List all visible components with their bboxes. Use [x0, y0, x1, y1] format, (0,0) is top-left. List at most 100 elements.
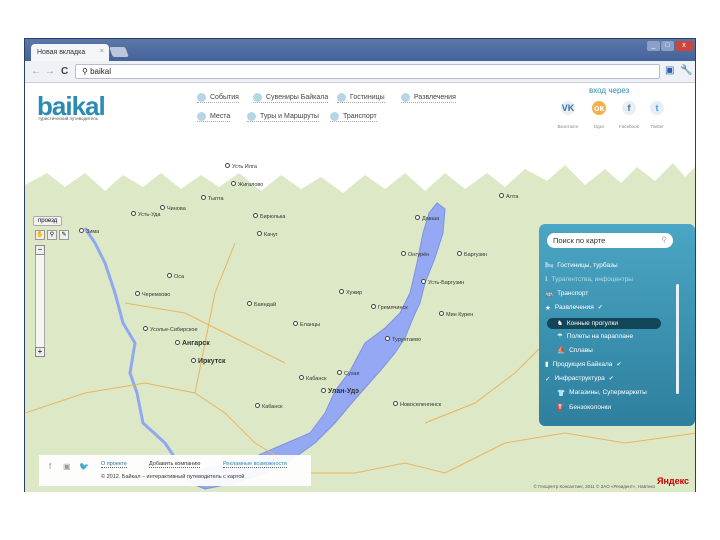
city-label[interactable]: Баргузин [457, 251, 487, 258]
city-label[interactable]: Усолье-Сибирское [143, 326, 198, 333]
panel-item-bus[interactable]: 🚌 Транспорт [545, 289, 588, 298]
wrench-icon[interactable]: 🔧 [680, 65, 692, 76]
panel-item-star[interactable]: ★ Развлечения ✔ [545, 304, 603, 312]
city-label[interactable]: Кабанск [299, 375, 327, 382]
minimize-button[interactable]: _ [647, 41, 660, 51]
checked-icon[interactable]: ✔ [616, 361, 621, 368]
city-label[interactable]: Зима [79, 228, 99, 235]
footer-link-add-company[interactable]: Добавить компанию [149, 461, 201, 468]
map[interactable]: Усть Илга Жигалово Тыпта Чинова Усть-Уда Зима… [25, 143, 695, 492]
checked-icon[interactable]: ✔ [598, 304, 603, 311]
bookmark-icon[interactable]: ▣ [665, 65, 674, 76]
twitter-icon[interactable]: 🐦 [79, 462, 89, 471]
city-label[interactable]: Ангарск [175, 340, 210, 347]
city-label[interactable]: Усть Илга [225, 163, 257, 170]
magnifier-tool-icon[interactable]: ⚲ [47, 230, 57, 240]
map-search-input[interactable]: Поиск по карте ⚲ [547, 233, 673, 248]
city-label[interactable]: Жигалово [231, 181, 263, 188]
menu-label: Туры и Маршруты [260, 113, 319, 120]
search-icon[interactable]: ⚲ [662, 235, 668, 244]
social-label: Одкл [593, 124, 605, 129]
footer-copyright: © 2012. Байкал – интерактивный путеводит… [101, 474, 245, 480]
facebook-login[interactable]: f Facebook [616, 101, 642, 133]
city-label[interactable]: Турунтаево [385, 336, 421, 343]
ruler-tool-icon[interactable]: ✎ [59, 230, 69, 240]
panel-item-check[interactable]: ✓ Инфраструктура ✔ [545, 375, 614, 383]
tab-close-icon[interactable]: × [100, 48, 104, 55]
map-filter-panel: Поиск по карте ⚲ 🛏 Гостиницы, турбазы ℹ Тура… [539, 224, 695, 426]
yandex-logo[interactable]: Яндекс [657, 476, 689, 486]
panel-item-fuel[interactable]: ⛽ Бензоколонки [557, 403, 611, 412]
maximize-button[interactable]: □ [661, 41, 674, 51]
panel-item-bed[interactable]: 🛏 Гостиницы, турбазы [545, 261, 618, 270]
zoom-in-button[interactable]: + [35, 347, 45, 357]
menu-hotels[interactable]: Гостиницы [337, 93, 385, 103]
menu-events[interactable]: События [197, 93, 239, 103]
menu-places[interactable]: Места [197, 112, 231, 122]
city-label[interactable]: Усть-Уда [131, 211, 160, 218]
vk-icon[interactable]: ▣ [63, 462, 71, 471]
menu-entertainment[interactable]: Развлечения [401, 93, 456, 103]
city-label[interactable]: Онгурён [401, 251, 429, 258]
city-label[interactable]: Давша [415, 215, 439, 222]
close-window-button[interactable]: x [675, 41, 693, 51]
footer-link-about[interactable]: О проекте [101, 461, 127, 468]
city-label[interactable]: Оса [167, 273, 184, 280]
checked-icon[interactable]: ✔ [609, 375, 614, 382]
souvenir-icon [253, 93, 262, 102]
city-label[interactable]: Новоселенгинск [393, 401, 441, 408]
facebook-icon[interactable]: f [49, 462, 51, 471]
city-label[interactable]: Мин Курен [439, 311, 473, 318]
panel-item-paraglider[interactable]: ☂ Полеты на параплане [557, 332, 633, 341]
city-label[interactable]: Усть-Баргузин [421, 279, 464, 286]
twitter-login[interactable]: t Twitter [644, 101, 670, 133]
city-label[interactable]: Сухая [337, 370, 359, 377]
city-label[interactable]: Чинова [160, 205, 186, 212]
info-icon: ℹ [545, 276, 548, 284]
footer-link-ads[interactable]: Рекламные возможности [223, 461, 287, 468]
zoom-out-button[interactable]: − [35, 245, 45, 255]
facebook-icon: f [622, 101, 636, 115]
back-button[interactable]: ← [31, 66, 41, 77]
panel-item-boat[interactable]: ⛵ Сплавы [557, 346, 593, 355]
menu-transport[interactable]: Транспорт [330, 112, 377, 122]
panel-item-shirt[interactable]: 👕 Магазины, Супермаркеты [557, 389, 647, 397]
city-label[interactable]: Черемхово [135, 291, 170, 298]
menu-tours[interactable]: Туры и Маршруты [247, 112, 319, 122]
city-label[interactable]: Иркутск [191, 358, 226, 365]
reload-button[interactable]: C [61, 66, 68, 77]
route-button[interactable]: проезд [33, 216, 63, 226]
city-label[interactable]: Баяндай [247, 301, 276, 308]
panel-scrollbar[interactable] [676, 284, 679, 394]
city-label[interactable]: Улан-Удэ [321, 388, 359, 395]
url-text: baikal [90, 67, 111, 76]
city-label[interactable]: Кабанск [255, 403, 283, 410]
horse-icon: ♞ [557, 320, 563, 328]
city-label[interactable]: Хужир [339, 289, 362, 296]
hotel-icon [337, 93, 346, 102]
panel-item-product[interactable]: ▮ Продукция Байкала ✔ [545, 360, 621, 369]
forward-button[interactable]: → [45, 66, 55, 77]
panel-item-info[interactable]: ℹ Турагентства, инфоцентры [545, 275, 633, 284]
browser-tab[interactable]: Новая вкладка × [31, 44, 109, 61]
shirt-icon: 👕 [557, 389, 566, 397]
city-label[interactable]: Тыпта [201, 195, 224, 202]
panel-item-horse[interactable]: ♞ Конные прогулки [547, 317, 661, 329]
city-label[interactable]: Еланцы [293, 321, 320, 328]
menu-souvenirs[interactable]: Сувениры Байкала [253, 93, 329, 103]
odnoklassniki-login[interactable]: ок Одкл [586, 101, 612, 133]
address-bar[interactable]: ⚲ baikal [75, 64, 660, 79]
site-page: baikal туристический путеводитель Событи… [25, 83, 695, 492]
hand-tool-icon[interactable]: ✋ [35, 230, 45, 240]
new-tab-button[interactable] [109, 47, 129, 57]
vk-login[interactable]: VK Вконтакте [555, 101, 581, 133]
twitter-icon: t [650, 101, 664, 115]
city-label[interactable]: Алта [499, 193, 518, 200]
tab-title: Новая вкладка [37, 49, 86, 56]
city-label[interactable]: Качуг [257, 231, 278, 238]
city-label[interactable]: Бирюлька [253, 213, 285, 220]
zoom-slider[interactable]: − + [35, 245, 45, 357]
bus-icon: 🚌 [545, 290, 554, 298]
panel-item-label: Развлечения [554, 304, 594, 312]
city-label[interactable]: Гремячинск [371, 304, 408, 311]
